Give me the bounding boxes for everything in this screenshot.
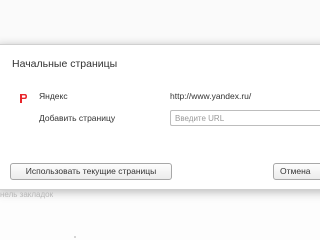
startup-page-row[interactable]: Яндекс http://www.yandex.ru/ (0, 89, 320, 105)
background-dot (74, 236, 76, 238)
yandex-favicon-icon (19, 91, 28, 104)
add-page-label: Добавить страницу (39, 113, 116, 123)
startup-page-name: Яндекс (39, 91, 68, 101)
url-input[interactable] (170, 110, 320, 126)
bookmarks-bar-text-fragment: нель закладок (0, 190, 54, 199)
dialog-title: Начальные страницы (12, 58, 118, 70)
add-page-row: Добавить страницу (0, 109, 320, 127)
settings-backdrop (0, 0, 320, 44)
settings-page: Начальные страницы Яндекс http://www.yan… (0, 0, 320, 240)
cancel-button[interactable]: Отмена (273, 163, 320, 180)
startup-page-url: http://www.yandex.ru/ (170, 91, 252, 101)
use-current-pages-button[interactable]: Использовать текущие страницы (10, 163, 172, 180)
startup-pages-dialog: Начальные страницы Яндекс http://www.yan… (0, 44, 320, 190)
